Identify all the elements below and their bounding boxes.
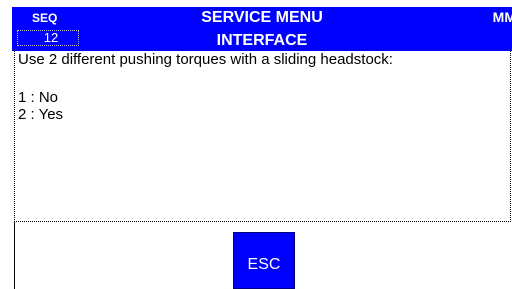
- option-yes[interactable]: 2 : Yes: [18, 106, 63, 123]
- header-bar: SEQ 12 SERVICE MENU INTERFACE MM: [12, 7, 512, 51]
- service-menu-screen: SEQ 12 SERVICE MENU INTERFACE MM Use 2 d…: [0, 0, 512, 289]
- menu-title: SERVICE MENU: [201, 9, 323, 26]
- option-no[interactable]: 1 : No: [18, 89, 58, 106]
- menu-subtitle: INTERFACE: [216, 32, 308, 49]
- left-divider: [14, 222, 15, 289]
- question-text: Use 2 different pushing torques with a s…: [18, 51, 393, 68]
- esc-button[interactable]: ESC: [233, 232, 295, 289]
- content-panel: Use 2 different pushing torques with a s…: [14, 49, 511, 222]
- mode-label: MM: [492, 9, 512, 25]
